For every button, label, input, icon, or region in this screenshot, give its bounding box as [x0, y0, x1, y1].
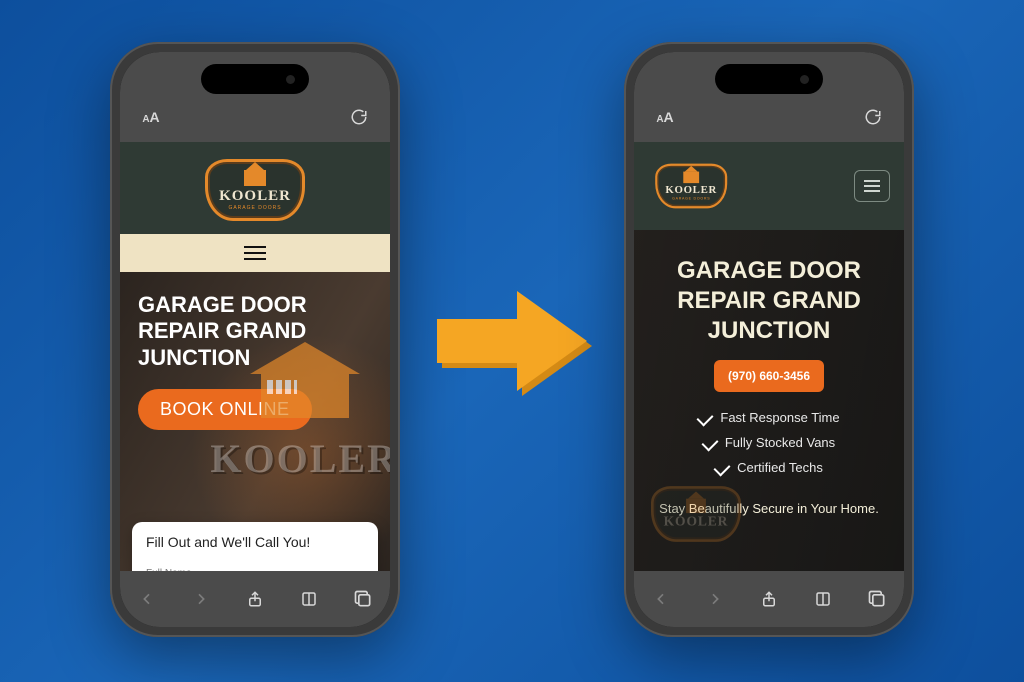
brand-sub: GARAGE DOORS	[228, 205, 281, 211]
page-viewport: KOOLER GARAGE DOORS KOOLER GARAGE DOOR R…	[634, 142, 904, 571]
tabs-icon[interactable]	[862, 584, 892, 614]
list-item: Fast Response Time	[698, 410, 839, 425]
page-viewport: KOOLER GARAGE DOORS KOOLER GARAGE DOOR R…	[120, 142, 390, 571]
share-icon[interactable]	[754, 584, 784, 614]
list-item: Certified Techs	[715, 460, 823, 475]
brand-logo[interactable]: KOOLER GARAGE DOORS	[195, 156, 315, 224]
hero-section: KOOLER GARAGE DOOR REPAIR GRAND JUNCTION…	[634, 230, 904, 571]
house-icon	[244, 170, 266, 186]
feature-label: Fast Response Time	[720, 410, 839, 425]
full-name-field[interactable]	[146, 562, 364, 571]
brand-sub: GARAGE DOORS	[672, 196, 710, 200]
check-icon	[701, 434, 718, 451]
dynamic-island	[201, 64, 309, 94]
house-icon	[683, 171, 699, 183]
brand-logo[interactable]: KOOLER GARAGE DOORS	[648, 162, 734, 211]
brand-name: KOOLER	[219, 188, 291, 205]
feature-label: Certified Techs	[737, 460, 823, 475]
hero-illustration	[250, 342, 360, 422]
text-size-button[interactable]: AA	[136, 102, 166, 132]
menu-bar[interactable]	[120, 234, 390, 272]
feature-list: Fast Response Time Fully Stocked Vans Ce…	[654, 410, 884, 475]
phone-before: AA KOOLER GARAGE DOORS	[110, 42, 400, 637]
tabs-icon[interactable]	[348, 584, 378, 614]
back-icon[interactable]	[132, 584, 162, 614]
form-title: Fill Out and We'll Call You!	[146, 534, 364, 550]
site-header: KOOLER GARAGE DOORS	[634, 142, 904, 230]
menu-button[interactable]	[854, 170, 890, 202]
reload-icon[interactable]	[858, 102, 888, 132]
feature-label: Fully Stocked Vans	[725, 435, 835, 450]
list-item: Fully Stocked Vans	[703, 435, 835, 450]
safari-bottom-bar	[120, 571, 390, 627]
share-icon[interactable]	[240, 584, 270, 614]
hamburger-icon	[244, 252, 266, 254]
bookmarks-icon[interactable]	[808, 584, 838, 614]
hero-headline: GARAGE DOOR REPAIR GRAND JUNCTION	[654, 256, 884, 346]
check-icon	[697, 409, 714, 426]
phone-screen: AA KOOLER GARAGE DOORS	[120, 52, 390, 627]
call-phone-button[interactable]: (970) 660-3456	[714, 360, 824, 392]
back-icon[interactable]	[646, 584, 676, 614]
phone-screen: AA KOOLER GARAGE DOORS	[634, 52, 904, 627]
bookmarks-icon[interactable]	[294, 584, 324, 614]
hero-illustration: KOOLER	[646, 483, 746, 545]
safari-bottom-bar	[634, 571, 904, 627]
phone-after: AA KOOLER GARAGE DOORS	[624, 42, 914, 637]
callback-form: Fill Out and We'll Call You!	[132, 522, 378, 571]
forward-icon[interactable]	[186, 584, 216, 614]
check-icon	[714, 459, 731, 476]
watermark-text: KOOLER	[210, 435, 390, 482]
brand-name: KOOLER	[665, 184, 717, 196]
forward-icon[interactable]	[700, 584, 730, 614]
reload-icon[interactable]	[344, 102, 374, 132]
text-size-button[interactable]: AA	[650, 102, 680, 132]
site-header: KOOLER GARAGE DOORS	[120, 142, 390, 234]
hamburger-icon	[864, 185, 880, 187]
transition-arrow-icon	[437, 291, 587, 391]
dynamic-island	[715, 64, 823, 94]
